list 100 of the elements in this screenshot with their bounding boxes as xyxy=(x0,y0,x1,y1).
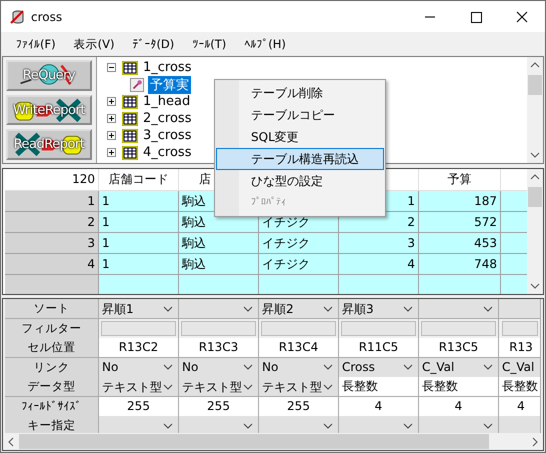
dropdown[interactable] xyxy=(179,299,259,319)
window-title: cross xyxy=(31,10,62,24)
table-cell: 駒込 xyxy=(179,233,259,254)
property-label: キー指定 xyxy=(5,416,99,433)
tree-item[interactable]: 4_cross xyxy=(141,145,194,160)
scroll-down-icon[interactable] xyxy=(530,152,540,158)
property-value: 255 xyxy=(99,396,179,416)
expand-icon[interactable] xyxy=(107,114,116,123)
scrollbar[interactable] xyxy=(527,57,543,163)
menu-item[interactable]: ﾍﾙﾌﾟ(H) xyxy=(235,37,295,51)
property-value: 長整数 xyxy=(499,377,541,397)
scroll-left-icon[interactable] xyxy=(8,436,14,446)
dropdown[interactable] xyxy=(259,416,339,433)
chevron-icon xyxy=(163,364,173,370)
property-value: 255 xyxy=(179,396,259,416)
expand-icon[interactable] xyxy=(107,131,116,140)
chevron-icon xyxy=(483,422,493,428)
scroll-up-icon[interactable] xyxy=(530,62,540,68)
chevron-icon xyxy=(323,384,333,390)
property-label: リンク xyxy=(5,358,99,378)
dropdown[interactable]: Cross xyxy=(339,358,419,378)
property-value: R13C4 xyxy=(259,338,339,358)
property-label: セル位置 xyxy=(5,338,99,358)
chevron-icon xyxy=(243,422,253,428)
dropdown[interactable]: テキスト型 xyxy=(99,377,179,397)
table-cell: 3 xyxy=(339,233,419,254)
column-header: 店舗コード xyxy=(99,169,179,191)
chevron-icon xyxy=(483,306,493,312)
chevron-icon xyxy=(163,306,173,312)
filter-field[interactable] xyxy=(502,320,538,336)
menu-item[interactable]: テーブル構造再読込 xyxy=(216,148,384,170)
dropdown[interactable]: No xyxy=(179,358,259,378)
menu-item[interactable]: テーブルコピー xyxy=(216,104,384,126)
table-cell xyxy=(501,212,527,233)
menu-item[interactable]: テーブル削除 xyxy=(216,82,384,104)
tree-item[interactable]: 予算実 xyxy=(148,76,191,94)
table-icon xyxy=(122,94,138,108)
dropdown[interactable] xyxy=(499,299,541,319)
table-cell: イチジク xyxy=(259,233,339,254)
chevron-icon xyxy=(483,364,493,370)
dropdown[interactable]: 昇順2 xyxy=(259,299,339,319)
dropdown[interactable]: 昇順3 xyxy=(339,299,419,319)
dropdown[interactable]: テキスト型 xyxy=(179,377,259,397)
dropdown[interactable] xyxy=(419,299,499,319)
table-cell xyxy=(501,233,527,254)
table-icon xyxy=(122,146,138,160)
dropdown[interactable] xyxy=(179,416,259,433)
scroll-right-icon[interactable] xyxy=(532,436,538,446)
menu-item[interactable]: ﾂｰﾙ(T) xyxy=(183,37,236,51)
property-value: 4 xyxy=(339,396,419,416)
dropdown[interactable]: テキスト型 xyxy=(259,377,339,397)
tree-item[interactable]: 1_head xyxy=(141,94,192,109)
dropdown[interactable] xyxy=(339,416,419,433)
scroll-thumb[interactable] xyxy=(19,434,489,449)
table-header: 120 xyxy=(5,169,99,191)
property-value: R13C3 xyxy=(179,338,259,358)
dropdown[interactable] xyxy=(99,416,179,433)
table-cell: 1 xyxy=(99,254,179,275)
scrollbar[interactable] xyxy=(527,169,543,294)
filter-field[interactable] xyxy=(101,320,176,336)
menu-item[interactable]: ﾃﾞｰﾀ(D) xyxy=(123,37,184,51)
dropdown[interactable]: C_Val xyxy=(419,358,499,378)
chevron-icon xyxy=(163,384,173,390)
property-label: ソート xyxy=(5,299,99,319)
scroll-thumb[interactable] xyxy=(528,187,542,207)
tree-item[interactable]: 1_cross xyxy=(141,60,194,75)
scroll-down-icon[interactable] xyxy=(530,283,540,289)
table-cell xyxy=(501,275,527,294)
expand-icon[interactable] xyxy=(107,148,116,157)
tree-item[interactable]: 2_cross xyxy=(141,111,194,126)
chevron-icon xyxy=(403,306,413,312)
menu-item[interactable]: ﾌｧｲﾙ(F) xyxy=(7,37,65,51)
dropdown[interactable]: No xyxy=(99,358,179,378)
filter-field[interactable] xyxy=(341,320,416,336)
table-cell: 572 xyxy=(419,212,501,233)
chevron-icon xyxy=(243,364,253,370)
dropdown[interactable]: No xyxy=(259,358,339,378)
table-cell: 748 xyxy=(419,254,501,275)
chevron-icon xyxy=(243,306,253,312)
expand-icon[interactable] xyxy=(107,97,116,106)
property-value: 4 xyxy=(499,396,541,416)
property-value: 4 xyxy=(419,396,499,416)
dropdown[interactable] xyxy=(419,416,499,433)
menu-item[interactable]: 表示(V) xyxy=(64,36,124,52)
filter-field[interactable] xyxy=(261,320,336,336)
menu-item[interactable]: SQL変更 xyxy=(216,126,384,148)
filter-field[interactable] xyxy=(421,320,496,336)
table-icon xyxy=(122,128,138,142)
property-value: 255 xyxy=(259,396,339,416)
property-value: 長整数 xyxy=(419,377,499,397)
dropdown[interactable]: C_Val xyxy=(499,358,541,378)
filter-field[interactable] xyxy=(181,320,256,336)
tree-item[interactable]: 3_cross xyxy=(141,128,194,143)
dropdown[interactable]: 昇順1 xyxy=(99,299,179,319)
table-cell: イチジク xyxy=(259,254,339,275)
collapse-icon[interactable] xyxy=(107,63,116,72)
scroll-thumb[interactable] xyxy=(528,75,542,95)
chevron-icon xyxy=(243,384,253,390)
database-icon xyxy=(9,8,25,24)
scroll-up-icon[interactable] xyxy=(530,174,540,180)
